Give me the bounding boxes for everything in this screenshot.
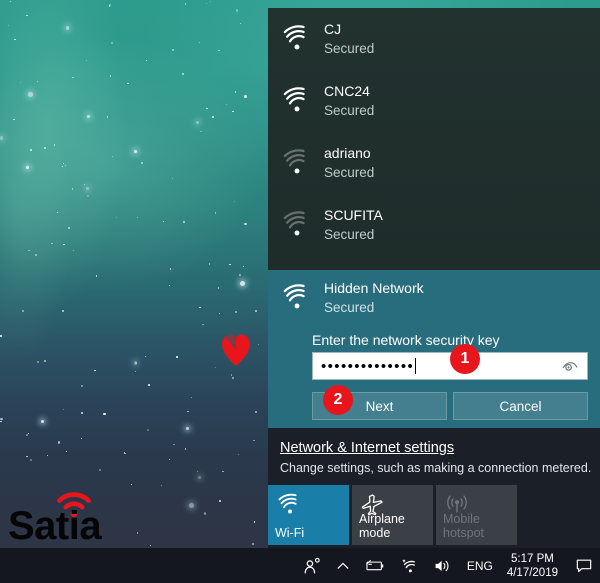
- eye-icon[interactable]: [561, 358, 579, 376]
- wifi-signal-icon: [280, 208, 314, 242]
- tile-wifi[interactable]: Wi-Fi: [268, 485, 349, 545]
- network-list-item[interactable]: adriano Secured: [268, 132, 600, 194]
- network-name: SCUFITA: [324, 207, 383, 223]
- chevron-up-icon[interactable]: [329, 548, 357, 583]
- tile-airplane-mode[interactable]: Airplane mode: [352, 485, 433, 545]
- network-settings-description: Change settings, such as making a connec…: [280, 461, 592, 475]
- language-indicator[interactable]: ENG: [459, 559, 501, 573]
- screen: Satia CJ Secured CNC24 Secured adriano S…: [0, 0, 600, 583]
- selected-network-name: Hidden Network: [324, 280, 424, 296]
- dialog-buttons: Next Cancel: [312, 392, 588, 420]
- network-info: CNC24 Secured: [324, 83, 374, 119]
- network-name: CJ: [324, 21, 342, 37]
- password-masked-value: ••••••••••••••: [321, 357, 415, 375]
- network-status: Secured: [324, 165, 375, 180]
- selected-network-status: Secured: [324, 300, 375, 315]
- heart-cursor: [222, 334, 250, 366]
- clock-time: 5:17 PM: [511, 552, 554, 565]
- satia-watermark-text: Satia: [8, 504, 102, 548]
- annotation-badge-2: 2: [323, 385, 353, 415]
- network-info: SCUFITA Secured: [324, 207, 383, 243]
- wifi-flyout-panel: CJ Secured CNC24 Secured adriano Secured…: [268, 8, 600, 548]
- quick-action-tiles: Wi-Fi Airplane mode Mobile hotspot: [268, 485, 517, 545]
- selected-network-header[interactable]: Hidden Network Secured: [268, 270, 600, 326]
- network-info: CJ Secured: [324, 21, 374, 57]
- text-caret: [415, 358, 417, 374]
- tile-mobile-hotspot-label: Mobile hotspot: [443, 512, 485, 540]
- wifi-signal-icon: [280, 146, 314, 180]
- network-settings-link[interactable]: Network & Internet settings: [280, 440, 454, 456]
- people-icon[interactable]: [296, 548, 329, 583]
- clock-date: 4/17/2019: [506, 566, 558, 579]
- wifi-signal-icon: [280, 281, 314, 315]
- network-list: CJ Secured CNC24 Secured adriano Secured…: [268, 8, 600, 270]
- network-list-item[interactable]: CNC24 Secured: [268, 70, 600, 132]
- network-name: CNC24: [324, 83, 370, 99]
- taskbar: ENG 5:17 PM 4/17/2019: [0, 548, 600, 583]
- network-info: adriano Secured: [324, 145, 374, 181]
- volume-icon[interactable]: [426, 548, 459, 583]
- network-name: adriano: [324, 145, 371, 161]
- tile-wifi-label: Wi-Fi: [275, 526, 305, 540]
- satia-watermark: Satia: [8, 492, 128, 548]
- selected-network-section: Hidden Network Secured Enter the network…: [268, 270, 600, 428]
- selected-network-info: Hidden Network Secured: [324, 280, 424, 316]
- notification-icon[interactable]: [568, 548, 600, 583]
- network-status: Secured: [324, 41, 375, 56]
- cancel-button[interactable]: Cancel: [453, 392, 588, 420]
- network-status: Secured: [324, 103, 375, 118]
- network-status: Secured: [324, 227, 375, 242]
- wifi-signal-icon: [280, 22, 314, 56]
- network-list-item[interactable]: CJ Secured: [268, 8, 600, 70]
- wifi-signal-icon: [280, 84, 314, 118]
- battery-icon[interactable]: [357, 548, 393, 583]
- tile-airplane-mode-label: Airplane mode: [359, 512, 405, 540]
- flyout-footer: Network & Internet settings Change setti…: [268, 428, 600, 548]
- clock[interactable]: 5:17 PM 4/17/2019: [501, 552, 568, 580]
- tile-mobile-hotspot[interactable]: Mobile hotspot: [436, 485, 517, 545]
- wifi-tray-icon[interactable]: [393, 548, 426, 583]
- annotation-badge-1: 1: [450, 344, 480, 374]
- wifi-icon: [278, 493, 297, 514]
- network-list-item[interactable]: SCUFITA Secured: [268, 194, 600, 256]
